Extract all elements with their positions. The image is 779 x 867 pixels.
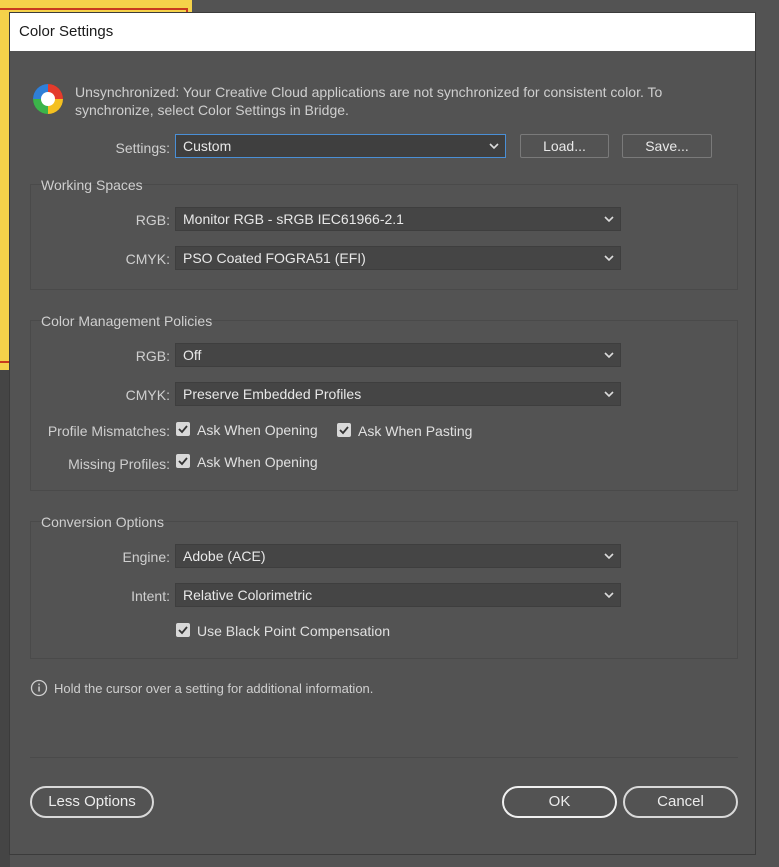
- ws-rgb-label: RGB:: [135, 212, 170, 228]
- load-button[interactable]: Load...: [520, 134, 609, 158]
- working-spaces-title: Working Spaces: [41, 177, 143, 193]
- ok-button[interactable]: OK: [502, 786, 617, 818]
- chevron-down-icon: [604, 352, 614, 359]
- cancel-button[interactable]: Cancel: [623, 786, 738, 818]
- intent-value: Relative Colorimetric: [183, 587, 313, 603]
- intent-label: Intent:: [131, 588, 170, 604]
- policy-cmyk-select[interactable]: Preserve Embedded Profiles: [175, 382, 621, 406]
- sync-notice: Unsynchronized: Your Creative Cloud appl…: [30, 83, 710, 119]
- engine-value: Adobe (ACE): [183, 548, 266, 564]
- info-line: Hold the cursor over a setting for addit…: [30, 679, 373, 697]
- ask-when-pasting-label: Ask When Pasting: [358, 423, 473, 439]
- missing-ask-when-opening-label: Ask When Opening: [197, 454, 318, 470]
- missing-ask-when-opening-checkbox[interactable]: [176, 454, 190, 468]
- check-icon: [178, 626, 188, 635]
- ask-when-opening-label: Ask When Opening: [197, 422, 318, 438]
- ws-rgb-value: Monitor RGB - sRGB IEC61966-2.1: [183, 211, 404, 227]
- profile-mismatches-label: Profile Mismatches:: [47, 423, 170, 439]
- working-spaces-group: [30, 184, 738, 290]
- ask-when-pasting-checkbox[interactable]: [337, 423, 351, 437]
- ws-cmyk-select[interactable]: PSO Coated FOGRA51 (EFI): [175, 246, 621, 270]
- chevron-down-icon: [489, 143, 499, 150]
- footer-divider: [30, 757, 738, 758]
- chevron-down-icon: [604, 592, 614, 599]
- less-options-button[interactable]: Less Options: [30, 786, 154, 818]
- sync-notice-text: Unsynchronized: Your Creative Cloud appl…: [75, 84, 663, 118]
- settings-label: Settings:: [115, 140, 170, 156]
- policy-rgb-select[interactable]: Off: [175, 343, 621, 367]
- settings-select[interactable]: Custom: [175, 134, 506, 158]
- conversion-title: Conversion Options: [41, 514, 164, 530]
- black-point-compensation-label: Use Black Point Compensation: [197, 623, 390, 639]
- policy-cmyk-value: Preserve Embedded Profiles: [183, 386, 362, 402]
- check-icon: [178, 425, 188, 434]
- engine-label: Engine:: [122, 549, 170, 565]
- policy-rgb-label: RGB:: [135, 348, 170, 364]
- ws-cmyk-value: PSO Coated FOGRA51 (EFI): [183, 250, 366, 266]
- color-settings-dialog: Color Settings Unsynchronized: Your Crea…: [9, 12, 756, 855]
- intent-select[interactable]: Relative Colorimetric: [175, 583, 621, 607]
- black-point-compensation-checkbox[interactable]: [176, 623, 190, 637]
- engine-select[interactable]: Adobe (ACE): [175, 544, 621, 568]
- chevron-down-icon: [604, 553, 614, 560]
- check-icon: [178, 457, 188, 466]
- policy-rgb-value: Off: [183, 347, 202, 363]
- color-sync-icon: [33, 84, 63, 114]
- chevron-down-icon: [604, 255, 614, 262]
- save-button[interactable]: Save...: [622, 134, 712, 158]
- dialog-title: Color Settings: [10, 13, 755, 51]
- policy-cmyk-label: CMYK:: [125, 387, 170, 403]
- policies-title: Color Management Policies: [41, 313, 213, 329]
- ask-when-opening-checkbox[interactable]: [176, 422, 190, 436]
- chevron-down-icon: [604, 391, 614, 398]
- settings-value: Custom: [183, 138, 232, 154]
- chevron-down-icon: [604, 216, 614, 223]
- info-text: Hold the cursor over a setting for addit…: [54, 680, 374, 696]
- check-icon: [339, 426, 349, 435]
- info-icon: [30, 679, 48, 697]
- ws-cmyk-label: CMYK:: [125, 251, 170, 267]
- ws-rgb-select[interactable]: Monitor RGB - sRGB IEC61966-2.1: [175, 207, 621, 231]
- missing-profiles-label: Missing Profiles:: [68, 456, 170, 472]
